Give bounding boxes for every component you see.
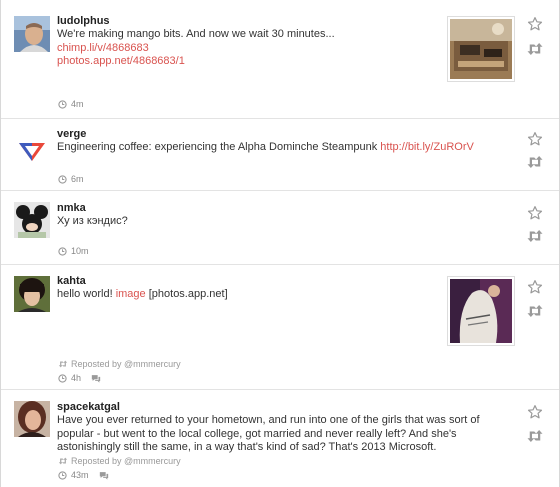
post-body: Ху из кэндис? — [57, 215, 128, 227]
avatar[interactable] — [14, 401, 50, 437]
post-body: Engineering coffee: experiencing the Alp… — [57, 141, 381, 153]
star-icon — [527, 17, 543, 31]
post-verge: verge Engineering coffee: experiencing t… — [1, 119, 559, 191]
favorite-button[interactable] — [525, 130, 545, 148]
star-icon — [527, 405, 543, 419]
favorite-button[interactable] — [525, 204, 545, 222]
post-text: hello world! image [photos.app.net] — [57, 288, 499, 302]
post-link[interactable]: chimp.li/v/4868683 — [57, 42, 149, 54]
reposted-by-text[interactable]: Reposted by @mmmercury — [71, 359, 181, 369]
clock-icon — [58, 246, 67, 256]
timestamp[interactable]: 43m — [71, 470, 89, 480]
post-body: Have you ever returned to your hometown,… — [57, 414, 480, 453]
post-meta: 10m — [58, 246, 89, 256]
reposted-by-text[interactable]: Reposted by @mmmercury — [71, 456, 181, 466]
post-link[interactable]: http://bit.ly/ZuROrV — [380, 141, 474, 153]
avatar[interactable] — [14, 276, 50, 312]
timestamp[interactable]: 4m — [71, 99, 84, 109]
username[interactable]: verge — [57, 128, 86, 140]
conversation-icon[interactable] — [99, 471, 109, 480]
post-nmka: nmka Ху из кэндис? 10m — [1, 191, 559, 265]
timestamp[interactable]: 6m — [71, 174, 84, 184]
avatar[interactable] — [14, 131, 50, 167]
star-icon — [527, 280, 543, 294]
username[interactable]: ludolphus — [57, 15, 110, 27]
favorite-button[interactable] — [525, 15, 545, 33]
repost-icon — [527, 430, 543, 442]
clock-icon — [58, 373, 67, 383]
username[interactable]: nmka — [57, 202, 86, 214]
repost-icon — [58, 457, 68, 465]
post-meta: 6m — [58, 174, 84, 184]
favorite-button[interactable] — [525, 403, 545, 421]
post-meta: 4h — [58, 373, 101, 383]
post-link[interactable]: image — [116, 288, 146, 300]
reposted-by: Reposted by @mmmercury — [58, 456, 181, 466]
username[interactable]: spacekatgal — [57, 401, 120, 413]
repost-button[interactable] — [525, 40, 545, 58]
timestamp[interactable]: 4h — [71, 373, 81, 383]
repost-button[interactable] — [525, 153, 545, 171]
repost-button[interactable] — [525, 302, 545, 320]
clock-icon — [58, 470, 67, 480]
star-icon — [527, 132, 543, 146]
post-body: hello world! — [57, 288, 116, 300]
favorite-button[interactable] — [525, 278, 545, 296]
clock-icon — [58, 174, 67, 184]
thumbnail-image[interactable] — [447, 16, 515, 82]
post-body: We're making mango bits. And now we wait… — [57, 28, 335, 40]
repost-icon — [527, 43, 543, 55]
post-text: Have you ever returned to your hometown,… — [57, 414, 517, 455]
star-icon — [527, 206, 543, 220]
repost-button[interactable] — [525, 427, 545, 445]
post-meta: 4m — [58, 99, 84, 109]
post-ludolphus: ludolphus We're making mango bits. And n… — [1, 0, 559, 119]
avatar[interactable] — [14, 202, 50, 238]
post-text: Engineering coffee: experiencing the Alp… — [57, 141, 499, 155]
post-kahta: kahta hello world! image [photos.app.net… — [1, 265, 559, 390]
post-link[interactable]: photos.app.net/4868683/1 — [57, 55, 185, 67]
post-text: Ху из кэндис? — [57, 215, 499, 229]
post-meta: 43m — [58, 470, 109, 480]
reposted-by: Reposted by @mmmercury — [58, 359, 181, 369]
post-text: We're making mango bits. And now we wait… — [57, 28, 499, 69]
thumbnail-image[interactable] — [447, 276, 515, 346]
repost-icon — [527, 305, 543, 317]
conversation-icon[interactable] — [91, 374, 101, 383]
post-spacekatgal: spacekatgal Have you ever returned to yo… — [1, 390, 559, 487]
timeline-feed: ludolphus We're making mango bits. And n… — [0, 0, 560, 487]
clock-icon — [58, 99, 67, 109]
post-body-suffix: [photos.app.net] — [145, 288, 228, 300]
repost-icon — [58, 360, 68, 368]
repost-icon — [527, 230, 543, 242]
username[interactable]: kahta — [57, 275, 86, 287]
repost-button[interactable] — [525, 227, 545, 245]
avatar[interactable] — [14, 16, 50, 52]
repost-icon — [527, 156, 543, 168]
timestamp[interactable]: 10m — [71, 246, 89, 256]
